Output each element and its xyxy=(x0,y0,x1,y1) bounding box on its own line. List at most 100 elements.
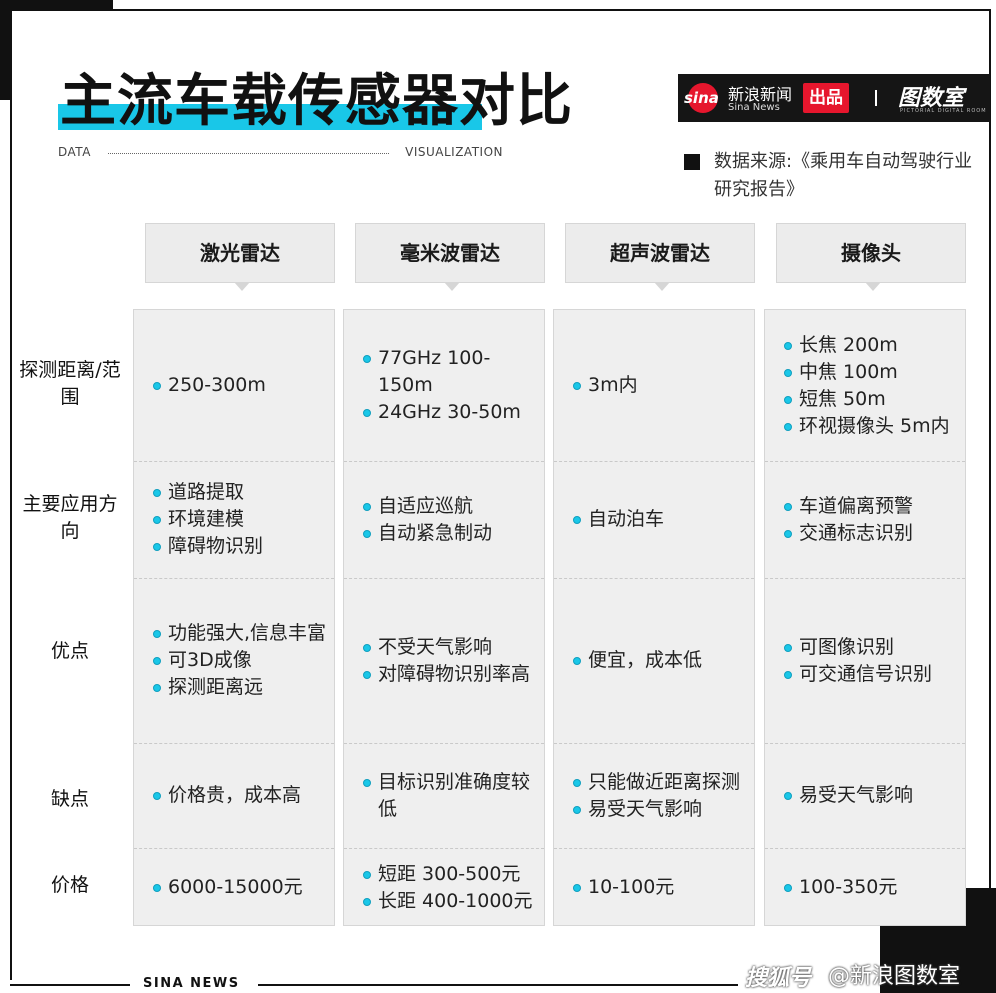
table-cell: 功能强大,信息丰富 可3D成像 探测距离远 xyxy=(134,578,336,743)
list-item: 短焦 50m xyxy=(783,386,961,413)
row-label-price: 价格 xyxy=(50,874,89,896)
cell-list: 自适应巡航 自动紧急制动 xyxy=(344,493,540,547)
table-cell: 不受天气影响 对障碍物识别率高 xyxy=(344,578,546,743)
down-arrow-icon xyxy=(444,282,460,291)
list-item: 环视摄像头 5m内 xyxy=(783,413,961,440)
list-item: 目标识别准确度较低 xyxy=(362,769,540,823)
cell-list: 道路提取 环境建模 障碍物识别 xyxy=(134,479,330,560)
table-cell: 短距 300-500元 长距 400-1000元 xyxy=(344,848,546,927)
list-item: 100-350元 xyxy=(783,874,961,901)
footer-brand: SINA NEWS xyxy=(143,976,240,991)
data-visualization-row: DATA VISUALIZATION xyxy=(58,145,503,161)
list-item: 3m内 xyxy=(572,372,750,399)
cell-list: 价格贵，成本高 xyxy=(134,782,330,809)
down-arrow-icon xyxy=(654,282,670,291)
frame-right xyxy=(989,9,991,889)
list-item: 便宜，成本低 xyxy=(572,647,750,674)
list-item: 环境建模 xyxy=(152,506,330,533)
cell-list: 3m内 xyxy=(554,372,750,399)
table-cell: 6000-15000元 xyxy=(134,848,336,927)
row-label-application: 主要应用方向 xyxy=(22,493,118,542)
cell-list: 便宜，成本低 xyxy=(554,647,750,674)
list-item: 可3D成像 xyxy=(152,647,330,674)
table-cell: 10-100元 xyxy=(554,848,756,927)
list-item: 自动泊车 xyxy=(572,506,750,533)
list-item: 长焦 200m xyxy=(783,332,961,359)
cell-list: 功能强大,信息丰富 可3D成像 探测距离远 xyxy=(134,620,330,701)
column-header-ultrasonic: 超声波雷达 xyxy=(565,223,755,291)
list-item: 不受天气影响 xyxy=(362,634,540,661)
cell-list: 只能做近距离探测 易受天气影响 xyxy=(554,769,750,823)
sub-brand-en: PICTORIAL DIGITAL ROOM xyxy=(900,108,987,114)
page-title: 主流车载传感器对比 xyxy=(60,69,573,134)
column-mmwave: 77GHz 100-150m 24GHz 30-50m 自适应巡航 自动紧急制动 不受天… xyxy=(343,309,545,926)
cell-list: 长焦 200m 中焦 100m 短焦 50m 环视摄像头 5m内 xyxy=(765,332,961,440)
table-cell: 长焦 200m 中焦 100m 短焦 50m 环视摄像头 5m内 xyxy=(765,310,967,461)
data-source: 数据来源:《乘用车自动驾驶行业研究报告》 xyxy=(684,148,984,204)
cell-list: 不受天气影响 对障碍物识别率高 xyxy=(344,634,540,688)
list-item: 对障碍物识别率高 xyxy=(362,661,540,688)
list-item: 250-300m xyxy=(152,372,330,399)
corner-top-left xyxy=(0,0,113,11)
list-item: 中焦 100m xyxy=(783,359,961,386)
visualization-label: VISUALIZATION xyxy=(405,145,503,159)
sina-logo-text: sina xyxy=(684,89,719,107)
brand-badge: 出品 xyxy=(803,83,849,113)
table-cell: 自适应巡航 自动紧急制动 xyxy=(344,461,546,578)
cell-list: 100-350元 xyxy=(765,874,961,901)
cell-list: 自动泊车 xyxy=(554,506,750,533)
table-cell: 可图像识别 可交通信号识别 xyxy=(765,578,967,743)
table-cell: 价格贵，成本高 xyxy=(134,743,336,848)
row-label-cons: 缺点 xyxy=(50,788,89,810)
column-header-label: 毫米波雷达 xyxy=(400,241,500,265)
row-label-pros: 优点 xyxy=(50,640,89,662)
list-item: 障碍物识别 xyxy=(152,533,330,560)
table-cell: 只能做近距离探测 易受天气影响 xyxy=(554,743,756,848)
list-item: 功能强大,信息丰富 xyxy=(152,620,330,647)
cell-list: 车道偏离预警 交通标志识别 xyxy=(765,493,961,547)
table-cell: 道路提取 环境建模 障碍物识别 xyxy=(134,461,336,578)
cell-list: 250-300m xyxy=(134,372,330,399)
frame-left xyxy=(10,100,12,980)
list-item: 交通标志识别 xyxy=(783,520,961,547)
column-header-label: 激光雷达 xyxy=(200,241,280,265)
column-header-mmwave: 毫米波雷达 xyxy=(355,223,545,291)
list-item: 易受天气影响 xyxy=(572,796,750,823)
column-ultrasonic: 3m内自动泊车便宜，成本低只能做近距离探测 易受天气影响 10-100元 xyxy=(553,309,755,926)
column-header-label: 摄像头 xyxy=(841,241,901,265)
table-cell: 250-300m xyxy=(134,310,336,461)
column-header-camera: 摄像头 xyxy=(776,223,966,291)
list-item: 短距 300-500元 xyxy=(362,861,540,888)
table-cell: 自动泊车 xyxy=(554,461,756,578)
cell-list: 易受天气影响 xyxy=(765,782,961,809)
column-lidar: 250-300m 道路提取 环境建模 障碍物识别 功能强大,信息丰富 可3D成像 探测距离远… xyxy=(133,309,335,926)
frame-bottom xyxy=(258,984,738,986)
footer-watermark: @新浪图数室 xyxy=(828,964,961,989)
corner-top-left-v xyxy=(0,0,12,100)
list-item: 易受天气影响 xyxy=(783,782,961,809)
list-item: 车道偏离预警 xyxy=(783,493,961,520)
list-item: 自动紧急制动 xyxy=(362,520,540,547)
table-cell: 3m内 xyxy=(554,310,756,461)
cell-list: 目标识别准确度较低 xyxy=(344,769,540,823)
list-item: 自适应巡航 xyxy=(362,493,540,520)
list-item: 长距 400-1000元 xyxy=(362,888,540,915)
column-header-label: 超声波雷达 xyxy=(610,241,710,265)
brand-divider xyxy=(875,90,877,106)
list-item: 探测距离远 xyxy=(152,674,330,701)
column-header-lidar: 激光雷达 xyxy=(145,223,335,291)
list-item: 6000-15000元 xyxy=(152,874,330,901)
frame-bottom xyxy=(10,984,130,986)
source-text: 数据来源:《乘用车自动驾驶行业研究报告》 xyxy=(714,151,973,200)
list-item: 10-100元 xyxy=(572,874,750,901)
table-cell: 车道偏离预警 交通标志识别 xyxy=(765,461,967,578)
down-arrow-icon xyxy=(234,282,250,291)
dotted-divider xyxy=(108,153,389,154)
brand-banner: sina 新浪新闻 Sina News 出品 图数室 PICTORIAL DIG… xyxy=(678,74,990,122)
frame-top xyxy=(113,9,991,11)
cell-list: 10-100元 xyxy=(554,874,750,901)
cell-list: 6000-15000元 xyxy=(134,874,330,901)
row-label-range: 探测距离/范围 xyxy=(19,359,121,408)
brand-name-en: Sina News xyxy=(728,102,780,113)
list-item: 77GHz 100-150m xyxy=(362,345,540,399)
